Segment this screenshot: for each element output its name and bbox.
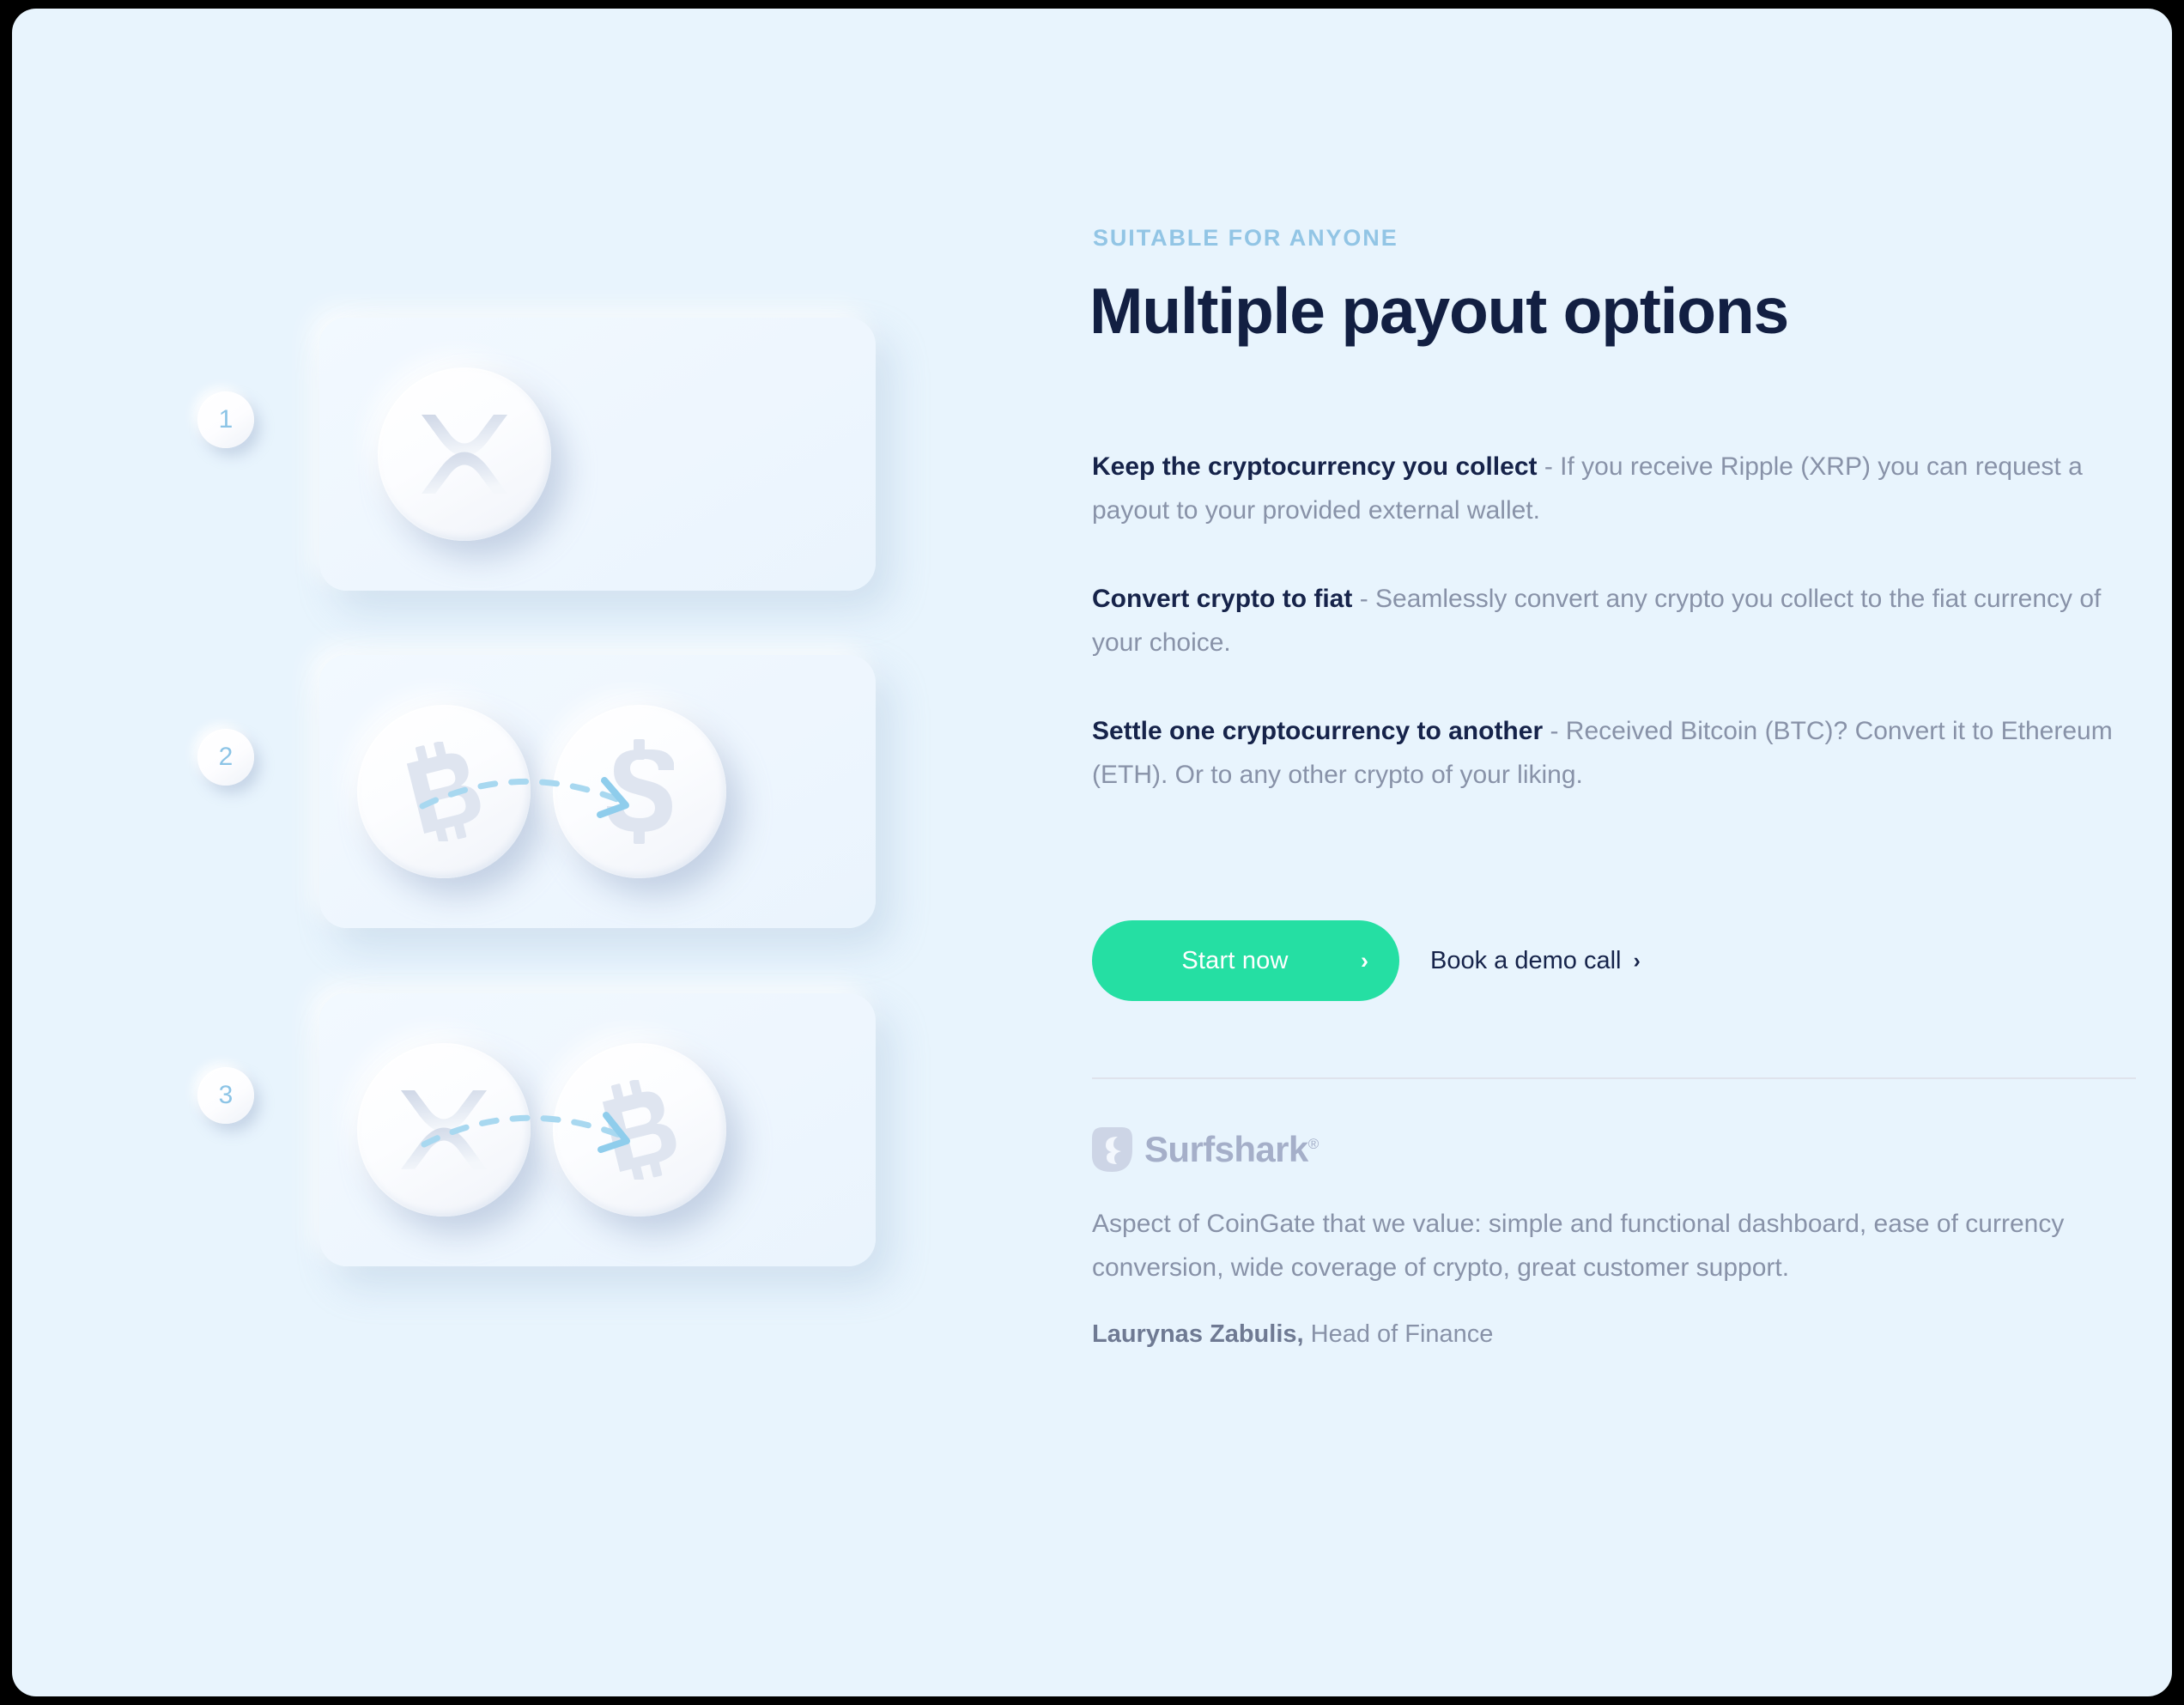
feature-lead: Keep the cryptocurrency you collect bbox=[1092, 452, 1538, 481]
chevron-right-icon: › bbox=[1361, 947, 1368, 974]
feature-item: Settle one cryptocurrency to another - R… bbox=[1092, 709, 2135, 797]
step-badge-2: 2 bbox=[197, 729, 254, 786]
coin-usd bbox=[553, 705, 726, 878]
page-title: Multiple payout options bbox=[1089, 275, 1789, 347]
feature-item: Keep the cryptocurrency you collect - If… bbox=[1092, 445, 2135, 532]
book-demo-call-link[interactable]: Book a demo call › bbox=[1430, 947, 1641, 975]
start-now-label: Start now bbox=[1181, 946, 1289, 974]
feature-list: Keep the cryptocurrency you collect - If… bbox=[1092, 445, 2135, 841]
step-badge-1: 1 bbox=[197, 391, 254, 448]
coin-group-2 bbox=[319, 655, 876, 928]
content-column: SUITABLE FOR ANYONE Multiple payout opti… bbox=[1081, 9, 2145, 1696]
bitcoin-icon bbox=[406, 742, 481, 841]
xrp-icon bbox=[422, 415, 507, 494]
coin-btc-target bbox=[553, 1043, 726, 1217]
promo-card: 1 2 3 SUITABLE FOR ANYONE Multiple payou… bbox=[12, 9, 2172, 1696]
coin-group-3 bbox=[319, 993, 876, 1266]
step-panel-3 bbox=[319, 993, 876, 1266]
feature-lead: Settle one cryptocurrency to another bbox=[1092, 717, 1544, 745]
start-now-button[interactable]: Start now › bbox=[1092, 920, 1399, 1001]
dollar-icon bbox=[607, 739, 674, 844]
step-number-2: 2 bbox=[218, 743, 234, 771]
feature-lead: Convert crypto to fiat bbox=[1092, 585, 1353, 613]
book-demo-call-label: Book a demo call bbox=[1430, 946, 1622, 974]
coin-group-1 bbox=[319, 318, 876, 591]
xrp-icon bbox=[401, 1090, 487, 1169]
step-number-3: 3 bbox=[218, 1081, 234, 1109]
testimonial-quote: Aspect of CoinGate that we value: simple… bbox=[1092, 1210, 2065, 1282]
step-number-1: 1 bbox=[218, 405, 234, 434]
registered-mark-icon: ® bbox=[1307, 1136, 1320, 1152]
feature-item: Convert crypto to fiat - Seamlessly conv… bbox=[1092, 577, 2135, 664]
cta-row: Start now › Book a demo call › bbox=[1092, 920, 1641, 1001]
chevron-right-icon: › bbox=[1633, 948, 1641, 973]
section-divider bbox=[1092, 1077, 2136, 1079]
coin-xrp-source bbox=[357, 1043, 531, 1217]
testimonial-attribution: Laurynas Zabulis, Head of Finance bbox=[1092, 1320, 1493, 1349]
logo-name: Surfshark bbox=[1144, 1129, 1308, 1169]
step-panel-2 bbox=[319, 655, 876, 928]
payout-steps-illustration: 1 2 3 bbox=[12, 9, 1042, 1696]
surfshark-logo-text: Surfshark® bbox=[1144, 1132, 1319, 1168]
bitcoin-icon bbox=[602, 1080, 676, 1180]
surfshark-logo-icon bbox=[1092, 1127, 1132, 1172]
coin-btc bbox=[357, 705, 531, 878]
step-panel-1 bbox=[319, 318, 876, 591]
author-name: Laurynas Zabulis, bbox=[1092, 1320, 1304, 1348]
testimonial-logo: Surfshark® bbox=[1092, 1127, 1319, 1172]
coin-xrp bbox=[378, 367, 551, 541]
step-badge-3: 3 bbox=[197, 1067, 254, 1124]
author-role: Head of Finance bbox=[1303, 1320, 1494, 1348]
section-eyebrow: SUITABLE FOR ANYONE bbox=[1093, 225, 1398, 251]
